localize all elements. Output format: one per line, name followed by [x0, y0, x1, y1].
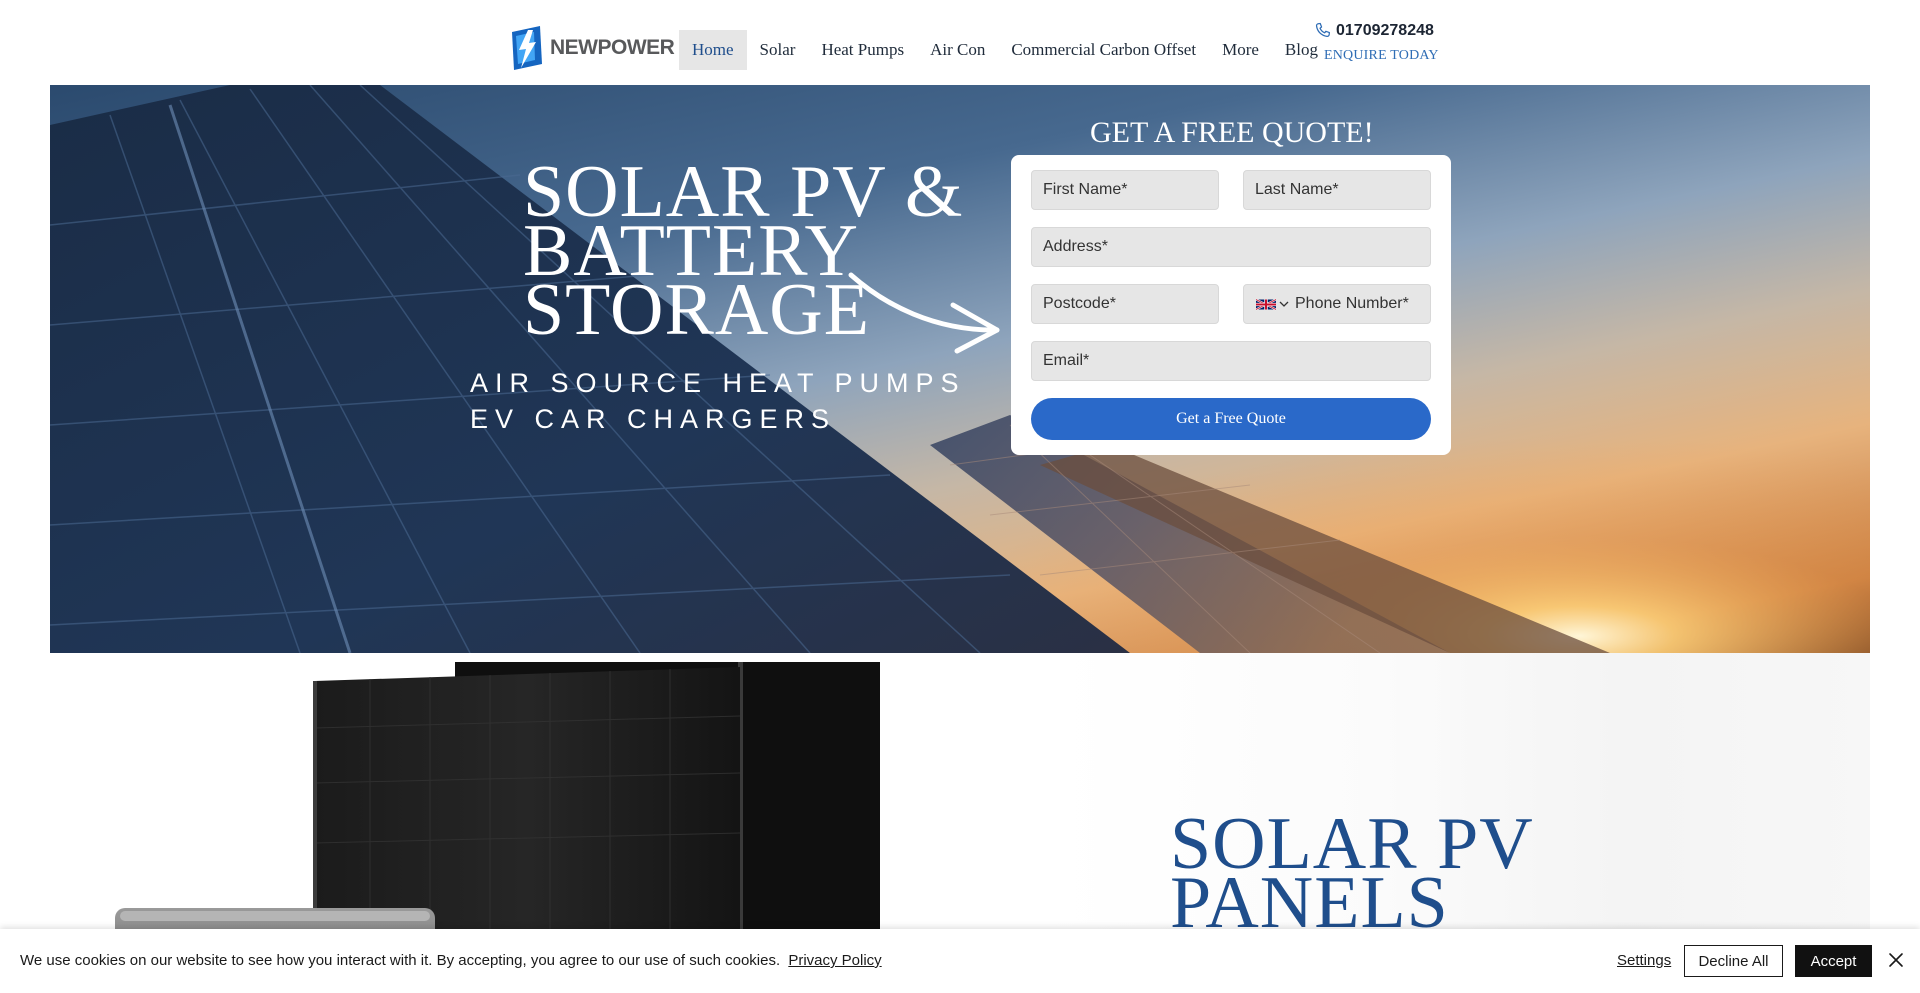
phone-number[interactable]: 01709278248	[1336, 22, 1434, 40]
cookie-banner: We use cookies on our website to see how…	[0, 929, 1920, 993]
last-name-field[interactable]	[1243, 170, 1431, 210]
first-name-field[interactable]	[1031, 170, 1219, 210]
uk-flag-icon[interactable]	[1256, 298, 1276, 311]
get-free-quote-button[interactable]: Get a Free Quote	[1031, 398, 1431, 440]
phone-number-field[interactable]	[1295, 295, 1425, 313]
hero-subtitle: AIR SOURCE HEAT PUMPS EV CAR CHARGERS	[470, 365, 966, 437]
nav-item-solar[interactable]: Solar	[747, 30, 809, 70]
close-icon[interactable]	[1887, 951, 1905, 969]
nav-item-air-con[interactable]: Air Con	[917, 30, 998, 70]
address-field[interactable]	[1031, 227, 1431, 267]
solar-pv-panels-title: SOLAR PV PANELS	[1170, 807, 1534, 940]
phone-contact[interactable]: 01709278248	[1313, 21, 1434, 40]
accept-button[interactable]: Accept	[1795, 945, 1872, 977]
arrow-icon	[848, 272, 1000, 354]
chevron-down-icon[interactable]	[1279, 299, 1289, 309]
nav-item-more[interactable]: More	[1209, 30, 1272, 70]
hero-subtitle-line-2: EV CAR CHARGERS	[470, 404, 837, 434]
enquire-today-link[interactable]: ENQUIRE TODAY	[1324, 48, 1439, 64]
phone-field-wrapper	[1243, 284, 1431, 324]
decline-all-button[interactable]: Decline All	[1684, 945, 1783, 977]
cookie-text: We use cookies on our website to see how…	[20, 952, 781, 969]
site-header: NEWPOWER Home Solar Heat Pumps Air Con C…	[0, 0, 1920, 85]
privacy-policy-link[interactable]: Privacy Policy	[788, 952, 881, 969]
cookie-settings-link[interactable]: Settings	[1617, 952, 1671, 969]
quote-heading: GET A FREE QUOTE!	[1090, 116, 1374, 149]
cookie-message: We use cookies on our website to see how…	[20, 952, 882, 969]
postcode-field[interactable]	[1031, 284, 1219, 324]
hero-banner: SOLAR PV & BATTERY STORAGE AIR SOURCE HE…	[50, 85, 1870, 653]
nav-item-heat-pumps[interactable]: Heat Pumps	[808, 30, 917, 70]
nav-item-commercial-carbon-offset[interactable]: Commercial Carbon Offset	[998, 30, 1209, 70]
phone-icon	[1315, 22, 1331, 38]
logo-text: NEWPOWER	[550, 36, 675, 59]
main-nav: Home Solar Heat Pumps Air Con Commercial…	[679, 30, 1331, 70]
hero-subtitle-line-1: AIR SOURCE HEAT PUMPS	[470, 368, 966, 398]
email-field[interactable]	[1031, 341, 1431, 381]
nav-item-home[interactable]: Home	[679, 30, 747, 70]
logo-mark-icon	[512, 26, 542, 70]
logo[interactable]: NEWPOWER	[506, 24, 675, 72]
